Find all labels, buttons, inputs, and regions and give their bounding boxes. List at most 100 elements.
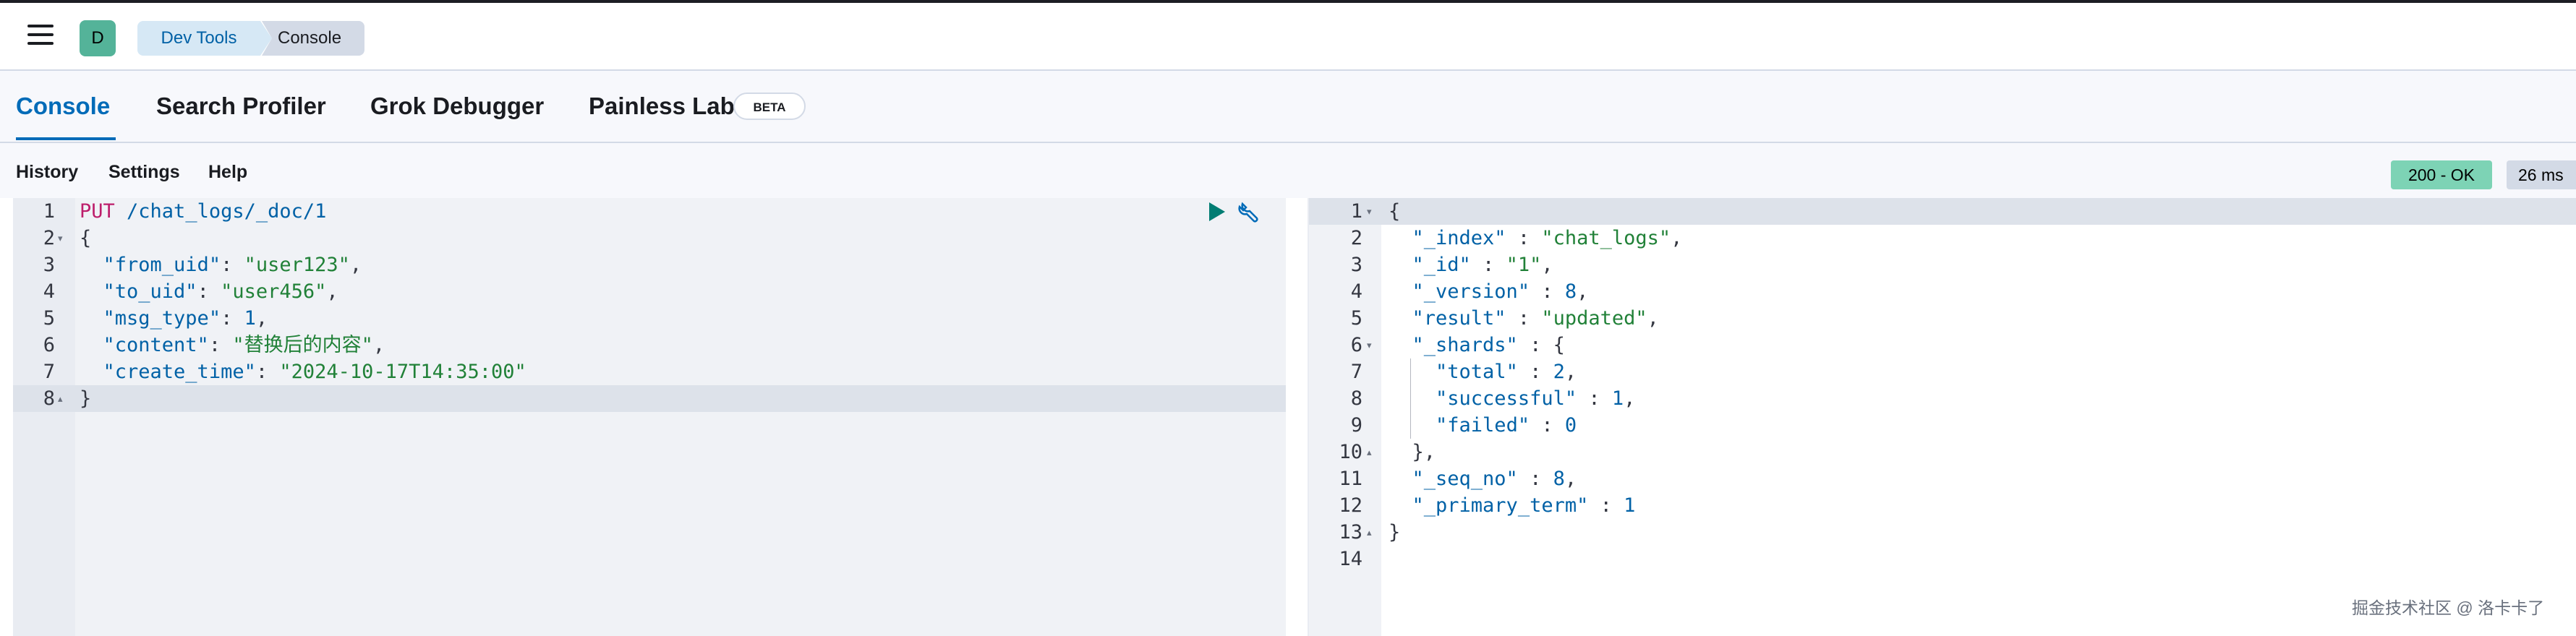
json-value: 8 [1564,280,1577,303]
json-key: "_shards" [1412,334,1518,356]
line-number: 2 [43,227,55,249]
tab-grok-debugger[interactable]: Grok Debugger [370,93,544,120]
json-sep: : [221,254,244,276]
response-line-text: { [1389,200,1401,223]
json-key: "_id" [1412,254,1471,276]
json-value: 1 [1611,387,1624,410]
response-line-text: "result" : "updated", [1389,305,1659,332]
fold-down-icon[interactable]: ▾ [1367,198,1372,225]
json-sep: : [1530,280,1565,303]
line-number: 10 [1339,441,1362,463]
json-end: , [255,307,268,330]
json-value: "2024-10-17T14:35:00" [279,361,526,383]
space-avatar[interactable]: D [80,20,116,56]
json-sep: : [1517,468,1553,490]
line-number: 5 [1350,307,1362,330]
json-key: "_seq_no" [1412,468,1518,490]
active-tab-indicator [16,137,116,140]
json-value: 1 [244,307,256,330]
wrench-icon[interactable] [1237,199,1261,224]
line-number: 8 [43,387,55,410]
json-sep: : [208,334,233,356]
response-line-text: "failed" : 0 [1389,412,1577,439]
json-key: "successful" [1436,387,1577,410]
line-number: 9 [1350,414,1362,437]
request-method: PUT [80,200,115,223]
json-key: "msg_type" [103,307,221,330]
fold-up-icon[interactable]: ▴ [58,385,63,412]
line-number: 8 [1350,387,1362,410]
request-line-text: "create_time": "2024-10-17T14:35:00" [80,358,526,385]
json-sep: : [1577,387,1612,410]
json-sep: : [1506,307,1542,330]
app-header: D Dev Tools Console [0,3,2576,71]
json-value: "chat_logs" [1541,227,1671,249]
json-brace: }, [1412,441,1436,463]
json-key: "_primary_term" [1412,494,1589,517]
fold-down-icon[interactable]: ▾ [58,225,63,252]
response-line-text: }, [1389,439,1436,465]
history-button[interactable]: History [16,162,78,183]
json-sep: : [1530,414,1565,437]
tab-console[interactable]: Console [16,93,110,120]
json-end: , [1564,468,1577,490]
json-value: 1 [1624,494,1636,517]
response-line-text: "_primary_term" : 1 [1389,492,1636,519]
play-icon[interactable] [1208,201,1227,223]
json-key: "total" [1436,361,1518,383]
active-line-highlight [13,385,1286,412]
json-value: 2 [1553,361,1565,383]
line-number: 7 [43,361,55,383]
json-end: , [326,280,338,303]
request-editor[interactable]: 1 PUT /chat_logs/_doc/1 2 ▾ { 3 "from_ui… [13,198,1286,636]
json-value: { [1553,334,1565,356]
response-line-text: "successful" : 1, [1389,385,1635,412]
fold-up-icon[interactable]: ▴ [1367,519,1372,546]
help-button[interactable]: Help [208,162,247,183]
dev-tools-tabs: Console Search Profiler Grok Debugger Pa… [0,71,2576,143]
line-number: 4 [1350,280,1362,303]
response-line-text: "_index" : "chat_logs", [1389,225,1683,252]
json-key: "_version" [1412,280,1530,303]
response-line-text: "_id" : "1", [1389,252,1553,278]
line-number: 12 [1339,494,1362,517]
response-line-text: "_version" : 8, [1389,278,1589,305]
json-end: , [1541,254,1553,276]
line-number: 5 [43,307,55,330]
json-key: "failed" [1436,414,1530,437]
json-value: "updated" [1541,307,1647,330]
line-number: 3 [1350,254,1362,276]
request-path: /chat_logs/_doc/1 [114,200,327,223]
breadcrumb-dev-tools[interactable]: Dev Tools [137,21,260,56]
watermark: 掘金技术社区 @ 洛卡卡了 [2352,598,2545,617]
json-sep: : [1517,334,1553,356]
line-number: 14 [1339,548,1362,570]
json-key: "from_uid" [103,254,221,276]
request-line-text: "msg_type": 1, [80,305,268,332]
fold-up-icon[interactable]: ▴ [1367,439,1372,465]
response-viewer[interactable]: 1 ▾ { 2 "_index" : "chat_logs", 3 "_id" … [1308,198,2576,636]
json-value: "user123" [244,254,350,276]
tab-search-profiler[interactable]: Search Profiler [156,93,326,120]
request-line-text: PUT /chat_logs/_doc/1 [80,198,326,225]
settings-button[interactable]: Settings [108,162,180,183]
json-sep: : [1506,227,1542,249]
line-number: 4 [43,280,55,303]
json-sep: : [1470,254,1506,276]
json-sep: : [221,307,244,330]
json-sep: : [1517,361,1553,383]
json-end: , [1564,361,1577,383]
response-line-text: "_seq_no" : 8, [1389,465,1577,492]
json-sep: : [197,280,221,303]
json-end: , [349,254,362,276]
active-line-highlight [1309,198,2576,225]
fold-down-icon[interactable]: ▾ [1367,332,1372,358]
json-end: , [1624,387,1636,410]
menu-icon[interactable] [27,25,54,46]
tab-painless-lab[interactable]: Painless Lab [589,93,735,120]
json-value: 8 [1553,468,1565,490]
line-number: 6 [43,334,55,356]
line-number: 7 [1350,361,1362,383]
line-number: 11 [1339,468,1362,490]
request-time-badge: 26 ms [2507,160,2576,189]
